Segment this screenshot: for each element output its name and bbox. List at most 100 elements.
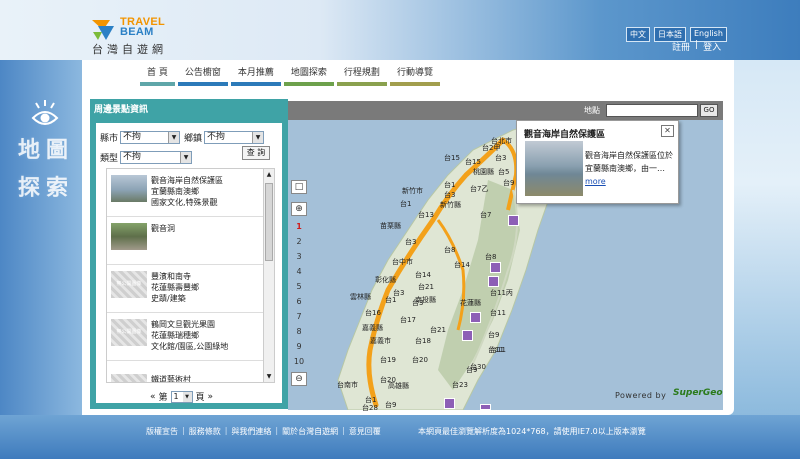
map-label: 台14	[415, 271, 431, 279]
map-label: 台北市	[491, 137, 512, 145]
nearby-panel-title: 周邊景點資訊	[94, 105, 149, 115]
scroll-down-icon[interactable]: ▼	[264, 371, 274, 382]
list-item[interactable]: 無公開圖像 豐濱和南寺 花蓮縣壽豐鄉 史蹟/建築	[107, 265, 263, 313]
login-link[interactable]: 登入	[703, 40, 721, 53]
popup-title: 觀音海岸自然保護區	[524, 130, 606, 140]
list-item[interactable]: 觀音洞	[107, 217, 263, 265]
map-label: 台8	[444, 246, 456, 254]
town-select[interactable]: 不拘 ▼	[204, 131, 265, 144]
zoom-level[interactable]: 2	[293, 237, 305, 252]
next-page-icon[interactable]: »	[208, 392, 214, 402]
footer-link-feedback[interactable]: 意見回覆	[345, 426, 385, 437]
map-label: 台19	[380, 356, 396, 364]
map-label: 台15	[444, 154, 460, 162]
county-select[interactable]: 不拘 ▼	[120, 131, 181, 144]
list-scrollbar[interactable]: ▲ ▼	[263, 168, 275, 383]
item-county: 花蓮縣壽豐鄉	[151, 283, 199, 292]
zoom-out-icon[interactable]: ⊖	[291, 372, 307, 386]
item-category: 文化館/園區,公園綠地	[151, 342, 229, 351]
full-extent-icon[interactable]: □	[291, 180, 307, 194]
list-item[interactable]: 無公開圖像 鶴岡文旦觀光果園 花蓮縣瑞穗鄉 文化館/園區,公園綠地	[107, 313, 263, 361]
footer-link-about[interactable]: 關於台灣自遊網	[278, 426, 342, 437]
query-button[interactable]: 查 詢	[242, 146, 270, 160]
zoom-level[interactable]: 6	[293, 297, 305, 312]
nav-map-explore[interactable]: 地圖探索	[283, 66, 334, 86]
item-name: 鐵道藝術村	[151, 375, 191, 383]
map-label: 雲林縣	[350, 293, 371, 301]
map-label: 台7乙	[470, 185, 489, 193]
footer-note: 本網頁最佳瀏覽解析度為1024*768，請使用IE7.0以上版本瀏覽	[418, 427, 646, 436]
more-link[interactable]: more	[585, 177, 606, 186]
zoom-level[interactable]: 10	[293, 357, 305, 372]
nav-mobile-guide[interactable]: 行動導覽	[389, 66, 440, 86]
map-label: 台13	[418, 211, 434, 219]
map-label: 台15	[465, 158, 481, 166]
nav-trip-planning[interactable]: 行程規劃	[336, 66, 387, 86]
poi-marker[interactable]	[462, 330, 473, 341]
county-select-value: 不拘	[123, 132, 142, 142]
town-label: 鄉鎮	[184, 134, 203, 144]
type-select[interactable]: 不拘 ▼	[120, 151, 193, 164]
supergeo-logo[interactable]: SuperGeo	[673, 388, 723, 398]
chevron-down-icon: ▼	[252, 132, 264, 143]
lang-chinese[interactable]: 中文	[626, 27, 650, 42]
list-item[interactable]: 鐵道藝術村	[107, 369, 263, 383]
register-link[interactable]: 註冊	[672, 40, 690, 53]
nav-announcements[interactable]: 公告櫥窗	[177, 66, 228, 86]
site-logo[interactable]: TRAVEL BEAM 台灣自遊網	[90, 14, 190, 56]
map-label: 台中市	[392, 258, 413, 266]
nav-monthly-picks[interactable]: 本月推薦	[230, 66, 281, 86]
type-label: 類型	[100, 154, 119, 164]
prev-page-icon[interactable]: «	[150, 392, 156, 402]
footer-link-copyright[interactable]: 版權宣告	[142, 426, 182, 437]
map-label: 台11	[490, 309, 506, 317]
list-item[interactable]: 觀音海岸自然保護區 宜蘭縣南澳鄉 國家文化,特殊景觀	[107, 169, 263, 217]
map-label: 台16	[365, 309, 381, 317]
zoom-level[interactable]: 3	[293, 252, 305, 267]
poi-marker[interactable]	[444, 398, 455, 409]
poi-marker[interactable]	[490, 262, 501, 273]
zoom-level[interactable]: 1	[293, 222, 305, 237]
map-label: 台28	[362, 404, 378, 412]
logo-english: TRAVEL BEAM	[120, 17, 165, 38]
page-select[interactable]: 1 ▼	[170, 390, 193, 403]
list-item-text: 鐵道藝術村	[151, 374, 191, 383]
map-label: 台14	[454, 261, 470, 269]
zoom-in-icon[interactable]: ⊕	[291, 202, 307, 216]
zoom-level[interactable]: 4	[293, 267, 305, 282]
poi-marker[interactable]	[480, 404, 491, 410]
poi-marker[interactable]	[470, 312, 481, 323]
main-nav: 首 頁 公告櫥窗 本月推薦 地圖探索 行程規劃 行動導覽	[140, 66, 443, 86]
nav-home[interactable]: 首 頁	[140, 66, 175, 86]
logo-line-2: BEAM	[120, 26, 154, 38]
scrollbar-thumb[interactable]	[265, 183, 273, 261]
zoom-level[interactable]: 5	[293, 282, 305, 297]
map-label: 台9	[488, 331, 500, 339]
zoom-control: □ ⊕ 1 2 3 4 5 6 7 8 9 10 ⊖	[291, 180, 307, 390]
poi-marker[interactable]	[508, 215, 519, 226]
close-icon[interactable]: ✕	[661, 125, 674, 137]
chevron-down-icon: ▼	[182, 391, 192, 402]
go-button[interactable]: GO	[700, 104, 718, 117]
attraction-thumbnail: 無公開圖像	[111, 271, 147, 298]
zoom-level[interactable]: 7	[293, 312, 305, 327]
zoom-level[interactable]: 9	[293, 342, 305, 357]
section-title-line-2: 探索	[18, 176, 75, 201]
scroll-up-icon[interactable]: ▲	[264, 169, 274, 180]
footer-link-terms[interactable]: 服務條款	[185, 426, 225, 437]
footer-link-contact[interactable]: 與我們連絡	[227, 426, 275, 437]
location-input[interactable]	[606, 104, 698, 117]
poi-marker[interactable]	[488, 276, 499, 287]
list-item-text: 豐濱和南寺 花蓮縣壽豐鄉 史蹟/建築	[151, 271, 199, 304]
zoom-level[interactable]: 8	[293, 327, 305, 342]
popup-description: 觀音海岸自然保護區位於宜蘭縣南澳鄉，由一…	[585, 151, 673, 173]
map-label: 台7	[480, 211, 492, 219]
pager: « 第 1 ▼ 頁 »	[150, 390, 213, 403]
map-label: 台3	[495, 154, 507, 162]
map-label: 台11丙	[490, 289, 513, 297]
map-info-popup: 觀音海岸自然保護區 ✕ 觀音海岸自然保護區位於宜蘭縣南澳鄉，由一… more	[516, 120, 679, 204]
map-label: 彰化縣	[375, 276, 396, 284]
map-label: 台3	[405, 238, 417, 246]
item-name: 觀音洞	[151, 224, 175, 233]
attraction-thumbnail: 無公開圖像	[111, 319, 147, 346]
